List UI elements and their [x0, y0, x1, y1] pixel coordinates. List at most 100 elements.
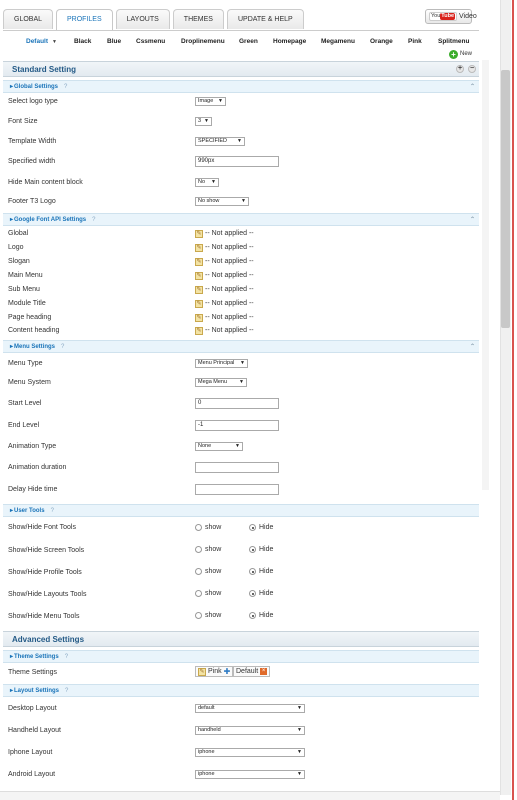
tab-global[interactable]: GLOBAL: [3, 9, 54, 29]
profile-green[interactable]: Green: [239, 36, 258, 48]
template-width-select[interactable]: SPECIFIED ▼: [195, 137, 245, 146]
profile-blue[interactable]: Blue: [107, 36, 121, 48]
field-label: Specified width: [8, 158, 56, 165]
handheld-layout-select[interactable]: handheld ▼: [195, 726, 305, 735]
global-settings-header[interactable]: ▸ Global Settings? ⌃: [3, 80, 479, 93]
radio-show[interactable]: show: [195, 523, 221, 532]
profile-orange[interactable]: Orange: [370, 36, 393, 48]
new-profile-button[interactable]: + New: [449, 48, 472, 60]
font-setting-link[interactable]: ✎ -- Not applied --: [195, 326, 254, 335]
global-settings-title: Global Settings: [14, 84, 59, 90]
user-tools-header[interactable]: ▸ User Tools?: [3, 504, 479, 517]
menu-settings-header[interactable]: ▸ Menu Settings? ⌃: [3, 340, 479, 353]
tab-profiles[interactable]: PROFILES: [56, 9, 113, 31]
radio-show[interactable]: show: [195, 545, 221, 554]
profile-megamenu[interactable]: Megamenu: [321, 36, 355, 48]
help-icon[interactable]: ?: [64, 84, 67, 90]
theme-badge-default[interactable]: Default ×: [233, 666, 271, 677]
font-row-label: Content heading: [8, 327, 60, 334]
hide-main-content-select[interactable]: No ▼: [195, 178, 219, 187]
help-icon[interactable]: ?: [65, 654, 68, 660]
footer-logo-select[interactable]: No show ▼: [195, 197, 249, 206]
remove-icon[interactable]: ×: [260, 668, 268, 675]
caret-right-icon: ▸: [10, 344, 14, 350]
theme-settings-header[interactable]: ▸ Theme Settings?: [3, 650, 479, 663]
specified-width-input[interactable]: 990px: [195, 156, 279, 167]
profile-cssmenu[interactable]: Cssmenu: [136, 36, 165, 48]
edit-icon: ✎: [195, 285, 203, 294]
field-label: Show/Hide Profile Tools: [8, 569, 82, 576]
android-layout-select[interactable]: iphone ▼: [195, 770, 305, 779]
font-value: -- Not applied --: [205, 272, 254, 279]
font-setting-link[interactable]: ✎ -- Not applied --: [195, 271, 254, 280]
advanced-settings-header[interactable]: Advanced Settings: [3, 631, 479, 647]
select-value: iphone: [198, 749, 215, 755]
animation-duration-input[interactable]: [195, 462, 279, 473]
animation-type-select[interactable]: None ▼: [195, 442, 243, 451]
font-setting-link[interactable]: ✎ -- Not applied --: [195, 257, 254, 266]
radio-show[interactable]: show: [195, 567, 221, 576]
font-setting-link[interactable]: ✎ -- Not applied --: [195, 285, 254, 294]
radio-icon: [195, 612, 202, 619]
tab-layouts[interactable]: LAYOUTS: [115, 9, 170, 29]
tab-update-help[interactable]: UPDATE & HELP: [226, 9, 304, 29]
panel-scrollbar[interactable]: [482, 60, 489, 490]
theme-badge-pink[interactable]: ✎ Pink ✚: [195, 666, 234, 677]
scrollbar-thumb[interactable]: [501, 70, 510, 328]
profile-default[interactable]: Default: [26, 36, 48, 48]
chevron-down-icon[interactable]: ▼: [52, 36, 57, 48]
youtube-video-button[interactable]: You Tube Video: [425, 9, 477, 24]
menu-type-select[interactable]: Menu Principal ▼: [195, 359, 248, 368]
layout-settings-header[interactable]: ▸ Layout Settings?: [3, 684, 479, 697]
logo-type-select[interactable]: Image ▼: [195, 97, 226, 106]
font-setting-link[interactable]: ✎ -- Not applied --: [195, 299, 254, 308]
font-size-select[interactable]: 3 ▼: [195, 117, 212, 126]
google-font-header[interactable]: ▸ Google Font API Settings? ⌃: [3, 213, 479, 226]
radio-label: show: [205, 546, 222, 553]
radio-checked-icon: [249, 612, 256, 619]
font-row-label: Main Menu: [8, 272, 43, 279]
radio-show[interactable]: show: [195, 589, 221, 598]
collapse-icon[interactable]: ⌃: [470, 214, 475, 226]
radio-hide[interactable]: Hide: [249, 611, 273, 620]
theme-settings-title: Theme Settings: [14, 654, 59, 660]
desktop-layout-select[interactable]: default ▼: [195, 704, 305, 713]
font-setting-link[interactable]: ✎ -- Not applied --: [195, 229, 254, 238]
help-icon[interactable]: ?: [65, 688, 68, 694]
help-icon[interactable]: ?: [92, 217, 95, 223]
collapse-icon[interactable]: ⌃: [470, 81, 475, 93]
select-value: Menu Principal: [198, 360, 235, 366]
radio-hide[interactable]: Hide: [249, 589, 273, 598]
start-level-input[interactable]: 0: [195, 398, 279, 409]
field-label: Start Level: [8, 400, 42, 407]
radio-hide[interactable]: Hide: [249, 545, 273, 554]
collapse-icon[interactable]: ⌃: [470, 341, 475, 353]
radio-show[interactable]: show: [195, 611, 221, 620]
bottom-scrollbar[interactable]: [0, 791, 500, 800]
delay-hide-time-input[interactable]: [195, 484, 279, 495]
radio-hide[interactable]: Hide: [249, 523, 273, 532]
tab-themes[interactable]: THEMES: [172, 9, 224, 29]
help-icon[interactable]: ?: [51, 508, 54, 514]
menu-system-select[interactable]: Mega Menu ▼: [195, 378, 247, 387]
font-value: -- Not applied --: [205, 300, 254, 307]
radio-label: show: [205, 590, 222, 597]
profile-splitmenu[interactable]: Splitmenu: [438, 36, 469, 48]
font-setting-link[interactable]: ✎ -- Not applied --: [195, 243, 254, 252]
collapse-all-icon[interactable]: −: [468, 65, 476, 73]
profile-black[interactable]: Black: [74, 36, 91, 48]
add-icon[interactable]: ✚: [224, 667, 231, 676]
radio-hide[interactable]: Hide: [249, 567, 273, 576]
profile-pink[interactable]: Pink: [408, 36, 422, 48]
end-level-input[interactable]: -1: [195, 420, 279, 431]
profile-homepage[interactable]: Homepage: [273, 36, 306, 48]
iphone-layout-select[interactable]: iphone ▼: [195, 748, 305, 757]
new-profile-label: New: [460, 51, 473, 57]
profile-droplinemenu[interactable]: Droplinemenu: [181, 36, 225, 48]
help-icon[interactable]: ?: [61, 344, 64, 350]
font-setting-link[interactable]: ✎ -- Not applied --: [195, 313, 254, 322]
expand-all-icon[interactable]: +: [456, 65, 464, 73]
edit-icon: ✎: [198, 667, 206, 676]
field-label: Select logo type: [8, 98, 58, 105]
radio-icon: [195, 524, 202, 531]
